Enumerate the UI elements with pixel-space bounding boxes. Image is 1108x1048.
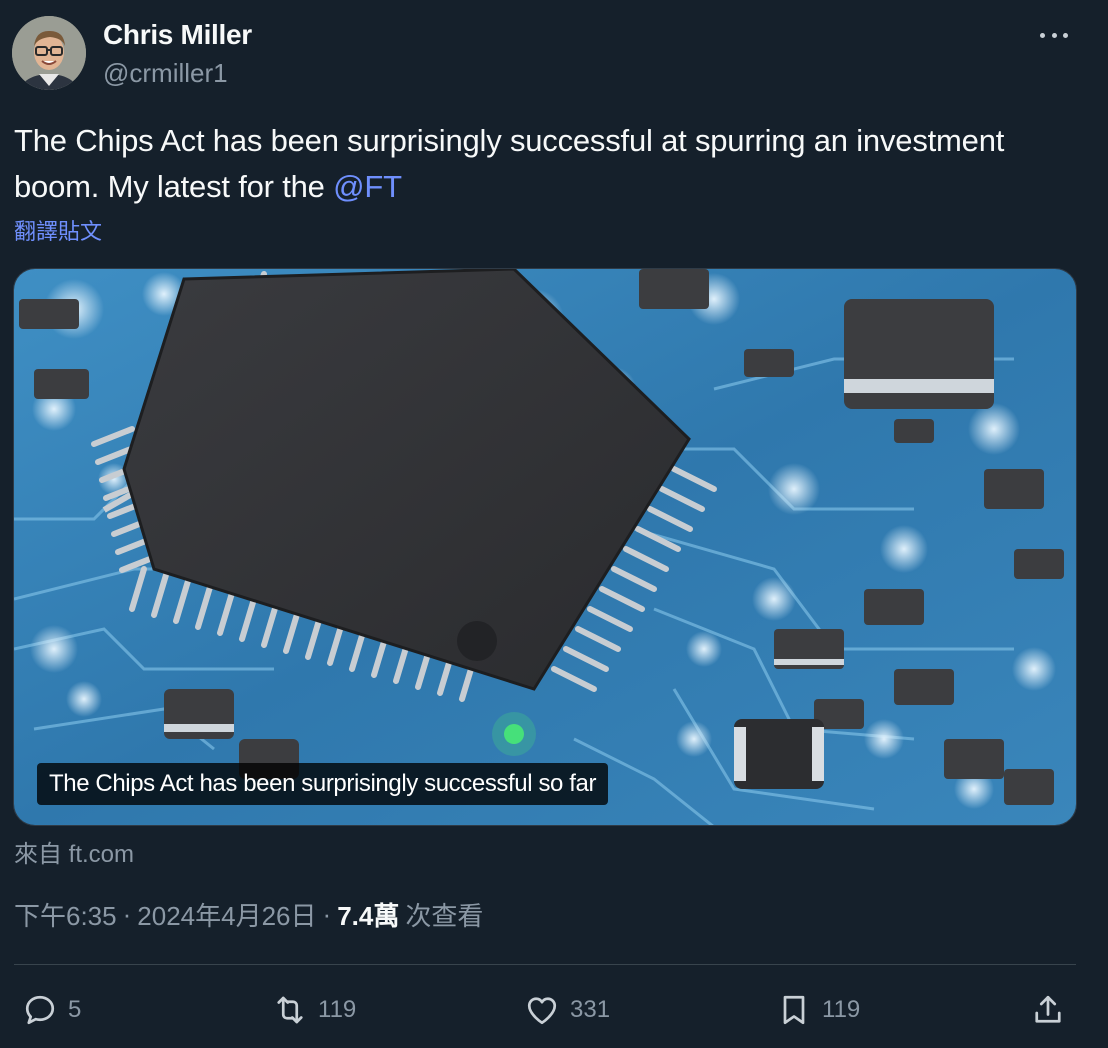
tweet: Chris Miller @crmiller1 The Chips Act ha… (0, 0, 1108, 1048)
translate-link[interactable]: 翻譯貼文 (14, 214, 102, 246)
circuit-board-chip-icon (14, 269, 1076, 825)
avatar[interactable] (12, 16, 86, 90)
views-label: 次查看 (405, 901, 484, 931)
repost-button[interactable]: 119 (272, 988, 356, 1032)
bookmark-icon (783, 995, 805, 1025)
link-card-image[interactable] (13, 268, 1077, 826)
like-button[interactable]: 331 (524, 988, 610, 1032)
heart-icon (527, 997, 557, 1025)
repost-count: 119 (318, 996, 357, 1023)
reply-button[interactable]: 5 (22, 988, 81, 1032)
bookmark-count: 119 (822, 996, 861, 1023)
more-options-icon[interactable] (1034, 20, 1074, 50)
card-source-link[interactable]: 來自 ft.com (14, 834, 134, 869)
reply-icon (25, 995, 55, 1025)
mention-link[interactable]: @FT (333, 169, 402, 204)
like-count: 331 (570, 996, 611, 1023)
divider (14, 964, 1076, 965)
profile-photo-icon (12, 16, 86, 90)
post-text-content: The Chips Act has been surprisingly succ… (14, 123, 1005, 204)
repost-icon (277, 996, 303, 1024)
bookmark-button[interactable]: 119 (776, 988, 860, 1032)
post-meta: 下午6:35 · 2024年4月26日 · 7.4萬 次查看 (14, 896, 483, 933)
post-text: The Chips Act has been surprisingly succ… (14, 118, 1074, 210)
author-handle[interactable]: @crmiller1 (103, 58, 228, 89)
share-button[interactable] (1030, 988, 1066, 1032)
card-caption: The Chips Act has been surprisingly succ… (37, 763, 609, 805)
meta-separator: · (322, 899, 332, 929)
share-icon (1035, 995, 1061, 1023)
views-count[interactable]: 7.4萬 (337, 896, 399, 933)
post-time[interactable]: 下午6:35 (14, 896, 117, 933)
post-date[interactable]: 2024年4月26日 (137, 896, 316, 933)
reply-count: 5 (68, 996, 82, 1023)
author-name[interactable]: Chris Miller (103, 19, 252, 51)
meta-separator: · (122, 899, 132, 929)
